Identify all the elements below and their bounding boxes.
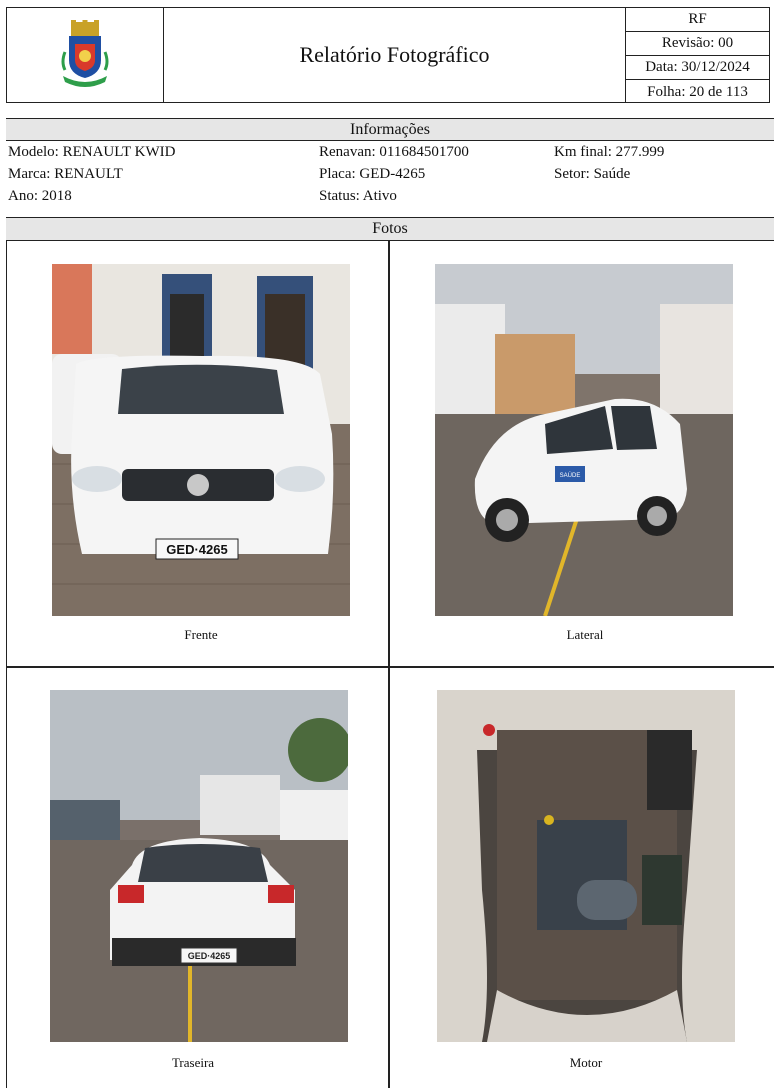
date: Data: 30/12/2024 [626, 56, 769, 80]
document-meta: RF Revisão: 00 Data: 30/12/2024 Folha: 2… [625, 8, 769, 102]
logo-cell [7, 8, 164, 102]
caption-rear: Traseira [171, 1055, 215, 1070]
vehicle-sector: Setor: Saúde [554, 166, 631, 182]
vehicle-year: Ano: 2018 [8, 188, 72, 204]
vehicle-renavan: Renavan: 011684501700 [319, 144, 469, 160]
grid-divider-horizontal [6, 666, 774, 668]
rear-plate-text: GED·4265 [188, 951, 231, 961]
photo-engine [437, 690, 735, 1042]
vehicle-km: Km final: 277.999 [554, 144, 665, 160]
photo-front: GED·4265 [52, 264, 350, 616]
grid-divider-vertical [388, 241, 390, 1088]
municipal-coat-of-arms-logo [61, 20, 109, 87]
sheet-number: Folha: 20 de 113 [647, 83, 748, 100]
vehicle-brand: Marca: RENAULT [8, 166, 123, 182]
caption-front: Frente [184, 627, 218, 642]
photo-side: SAÚDE [435, 264, 733, 616]
side-door-label-text: SAÚDE [560, 472, 581, 479]
report-title: Relatório Fotográfico [299, 42, 490, 67]
fotos-heading: Fotos [6, 217, 774, 241]
caption-engine: Motor [569, 1055, 603, 1070]
document-code: RF [626, 8, 769, 32]
front-plate-text: GED·4265 [166, 542, 227, 557]
photo-rear: GED·4265 [50, 690, 348, 1042]
vehicle-status: Status: Ativo [319, 188, 397, 204]
revision: Revisão: 00 [626, 32, 769, 56]
info-grid: Modelo: RENAULT KWID Marca: RENAULT Ano:… [6, 141, 774, 211]
vehicle-model: Modelo: RENAULT KWID [8, 144, 176, 160]
vehicle-plate: Placa: GED-4265 [319, 166, 426, 182]
info-heading: Informações [6, 119, 774, 141]
caption-side: Lateral [566, 627, 604, 642]
document-header: Relatório Fotográfico RF Revisão: 00 Dat… [6, 7, 770, 103]
